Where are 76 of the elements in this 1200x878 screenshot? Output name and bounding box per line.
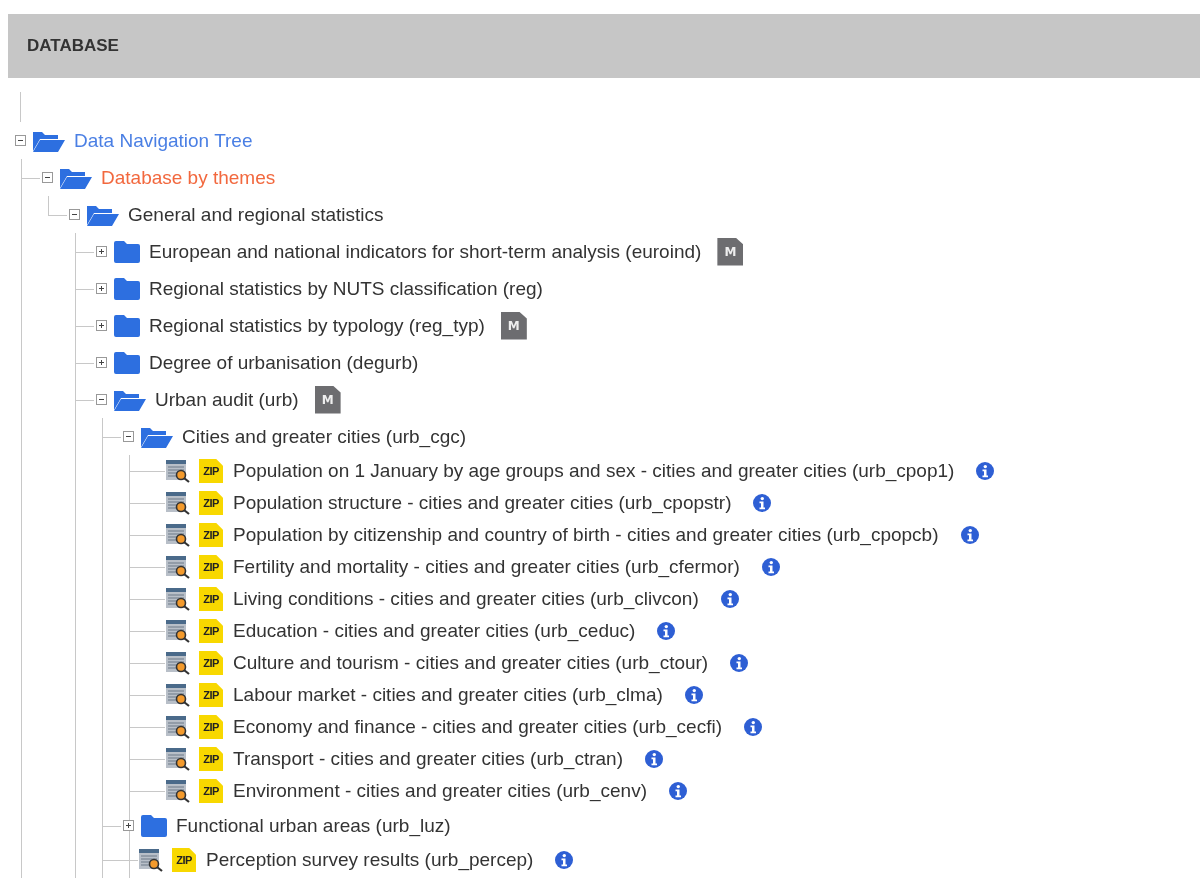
info-icon[interactable] bbox=[960, 526, 979, 544]
collapse-toggle[interactable] bbox=[15, 135, 26, 146]
collapse-toggle[interactable] bbox=[69, 209, 80, 220]
zip-download-icon[interactable]: ZIP bbox=[199, 523, 223, 547]
info-icon[interactable] bbox=[684, 686, 703, 704]
zip-download-icon[interactable]: ZIP bbox=[199, 715, 223, 739]
collapse-toggle[interactable] bbox=[96, 394, 107, 405]
dataset-link[interactable]: Population on 1 January by age groups and sex - cities and greater cities (urb_cpop1) bbox=[233, 460, 955, 482]
tree-node-label[interactable]: Regional statistics by typology (reg_typ) bbox=[149, 314, 485, 337]
tree-node-label[interactable]: European and national indicators for short-term analysis (euroind) bbox=[149, 240, 702, 263]
table-search-icon bbox=[165, 651, 191, 675]
dataset-link[interactable]: Culture and tourism - cities and greater cities (urb_ctour) bbox=[233, 652, 709, 674]
dataset-link[interactable]: Population structure - cities and greater cities (urb_cpopstr) bbox=[233, 492, 732, 514]
collapse-toggle[interactable] bbox=[42, 172, 53, 183]
metadata-icon[interactable]: M bbox=[314, 385, 341, 414]
dataset-link[interactable]: Fertility and mortality - cities and greater cities (urb_cfermor) bbox=[233, 556, 740, 578]
expand-toggle[interactable] bbox=[96, 283, 107, 294]
dataset-link[interactable]: Education - cities and greater cities (urb_ceduc) bbox=[233, 620, 636, 642]
table-search-icon bbox=[165, 491, 191, 515]
table-search-icon bbox=[165, 619, 191, 643]
dataset-link[interactable]: Economy and finance - cities and greater cities (urb_cecfi) bbox=[233, 716, 722, 738]
folder-icon bbox=[113, 239, 141, 264]
dataset-link[interactable]: Population by citizenship and country of birth - cities and greater cities (urb_cpopcb) bbox=[233, 524, 939, 546]
table-search-icon bbox=[165, 523, 191, 547]
table-search-icon bbox=[138, 848, 164, 872]
zip-download-icon[interactable]: ZIP bbox=[199, 619, 223, 643]
dataset-link[interactable]: Environment - cities and greater cities (urb_cenv) bbox=[233, 780, 647, 802]
tree-node-label[interactable]: Regional statistics by NUTS classification (reg) bbox=[149, 277, 543, 300]
tree-node-label[interactable]: General and regional statistics bbox=[128, 203, 384, 226]
table-search-icon bbox=[165, 459, 191, 483]
expand-toggle[interactable] bbox=[96, 320, 107, 331]
dataset-link[interactable]: Perception survey results (urb_percep) bbox=[206, 849, 534, 871]
expand-toggle[interactable] bbox=[96, 246, 107, 257]
info-icon[interactable] bbox=[645, 750, 663, 768]
metadata-icon[interactable]: M bbox=[717, 237, 744, 266]
folder-icon bbox=[113, 276, 141, 301]
header-title: DATABASE bbox=[27, 36, 119, 56]
dataset-link[interactable]: Transport - cities and greater cities (urb_ctran) bbox=[233, 748, 623, 770]
info-icon[interactable] bbox=[730, 654, 749, 672]
info-icon[interactable] bbox=[976, 462, 995, 480]
tree-node-label[interactable]: Degree of urbanisation (degurb) bbox=[149, 351, 419, 374]
metadata-icon[interactable]: M bbox=[500, 311, 527, 340]
table-search-icon bbox=[165, 779, 191, 803]
expand-toggle[interactable] bbox=[96, 357, 107, 368]
zip-download-icon[interactable]: ZIP bbox=[199, 747, 223, 771]
tree-node-label[interactable]: Functional urban areas (urb_luz) bbox=[176, 814, 451, 837]
table-search-icon bbox=[165, 747, 191, 771]
info-icon[interactable] bbox=[720, 590, 739, 608]
collapse-toggle[interactable] bbox=[123, 431, 134, 442]
table-search-icon bbox=[165, 555, 191, 579]
tree-node-label[interactable]: Urban audit (urb) bbox=[155, 388, 299, 411]
table-search-icon bbox=[165, 683, 191, 707]
dataset-link[interactable]: Living conditions - cities and greater cities (urb_clivcon) bbox=[233, 588, 699, 610]
info-icon[interactable] bbox=[753, 494, 772, 512]
table-search-icon bbox=[165, 715, 191, 739]
zip-download-icon[interactable]: ZIP bbox=[172, 848, 196, 872]
tree-node-label[interactable]: Cities and greater cities (urb_cgc) bbox=[182, 425, 467, 448]
dataset-link[interactable]: Labour market - cities and greater cities (urb_clma) bbox=[233, 684, 663, 706]
folder-icon bbox=[113, 313, 141, 338]
zip-download-icon[interactable]: ZIP bbox=[199, 683, 223, 707]
info-icon[interactable] bbox=[657, 622, 676, 640]
zip-download-icon[interactable]: ZIP bbox=[199, 779, 223, 803]
zip-download-icon[interactable]: ZIP bbox=[199, 555, 223, 579]
info-icon[interactable] bbox=[743, 718, 762, 736]
zip-download-icon[interactable]: ZIP bbox=[199, 651, 223, 675]
info-icon[interactable] bbox=[555, 851, 574, 869]
info-icon[interactable] bbox=[668, 782, 687, 800]
folder-icon bbox=[140, 813, 168, 838]
tree-node-label[interactable]: Data Navigation Tree bbox=[74, 129, 253, 152]
info-icon[interactable] bbox=[761, 558, 780, 576]
expand-toggle[interactable] bbox=[123, 820, 134, 831]
zip-download-icon[interactable]: ZIP bbox=[199, 587, 223, 611]
table-search-icon bbox=[165, 587, 191, 611]
zip-download-icon[interactable]: ZIP bbox=[199, 459, 223, 483]
zip-download-icon[interactable]: ZIP bbox=[199, 491, 223, 515]
folder-icon bbox=[113, 350, 141, 375]
